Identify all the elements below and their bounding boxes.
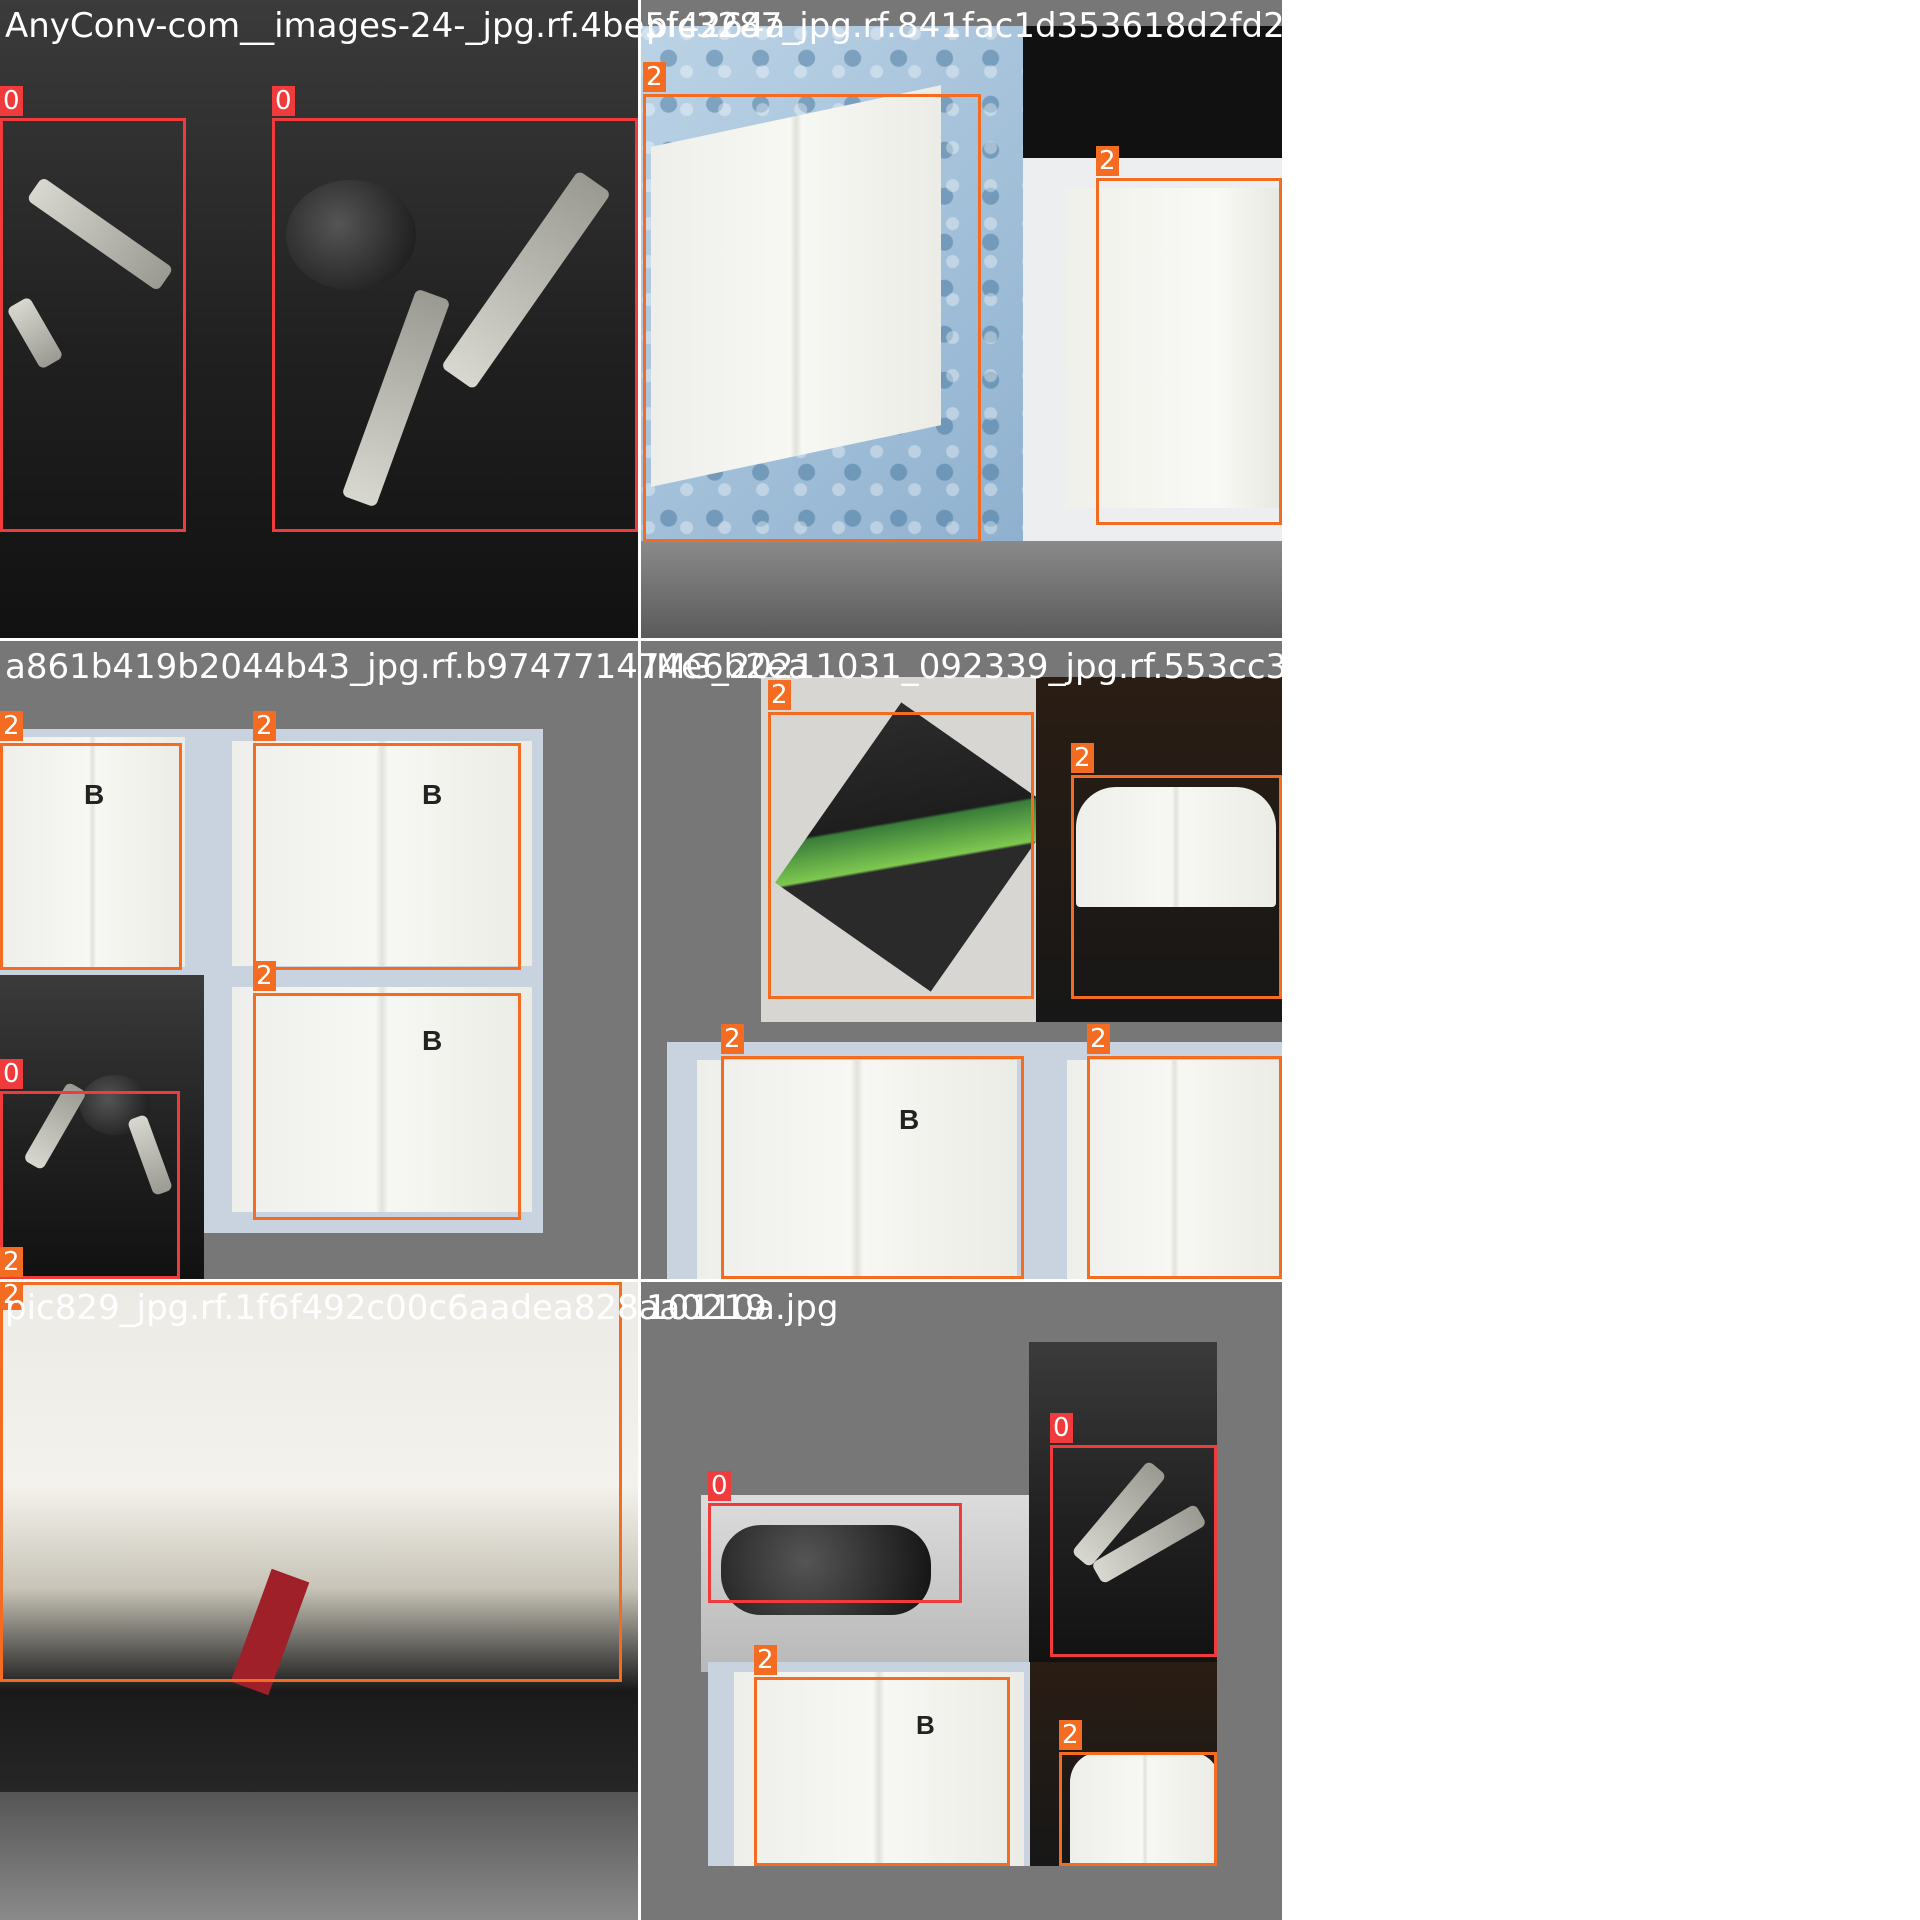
detection-box <box>253 743 521 970</box>
detection-box <box>0 1091 180 1279</box>
class-label: 2 <box>1071 743 1094 773</box>
detection-box <box>768 712 1034 999</box>
detection-box <box>1050 1445 1217 1657</box>
detection-box <box>272 118 638 532</box>
class-label: 0 <box>272 86 295 116</box>
tile-filename: IMG_20211031_092339_jpg.rf.553cc3accc92b <box>646 647 1429 687</box>
class-label: 0 <box>0 1059 23 1089</box>
class-label: 2 <box>1096 146 1119 176</box>
detection-box <box>0 118 186 532</box>
class-label: 0 <box>708 1471 731 1501</box>
detection-box <box>754 1677 1010 1866</box>
tile-6: B 0 0 2 2 <box>641 1282 1282 1920</box>
class-label: 2 <box>721 1024 744 1054</box>
class-label: 0 <box>0 86 23 116</box>
class-label: 2 <box>253 711 276 741</box>
class-label: 2 <box>0 1247 23 1277</box>
tile-1: 0 0 <box>0 0 638 638</box>
tile-2: 2 2 <box>641 0 1282 638</box>
detection-box <box>0 1282 622 1682</box>
tile-filename: 10110a.jpg <box>646 1288 839 1328</box>
detection-box <box>721 1056 1024 1279</box>
tile-3: B B B 2 2 2 0 2 <box>0 641 638 1279</box>
detection-box <box>708 1503 962 1603</box>
detection-box <box>1096 178 1282 525</box>
class-label: 2 <box>754 1645 777 1675</box>
class-label: 2 <box>1087 1024 1110 1054</box>
tile-filename: pic3287_jpg.rf.841fac1d353618d2fd21d862e… <box>646 6 1435 46</box>
tile-5: 2 <box>0 1282 638 1920</box>
detection-box <box>1087 1056 1282 1279</box>
class-label: 2 <box>643 62 666 92</box>
class-label: 2 <box>0 711 23 741</box>
class-label: 0 <box>1050 1413 1073 1443</box>
class-label: 2 <box>1059 1720 1082 1750</box>
detection-mosaic: 0 0 2 2 B B B 2 2 2 0 2 B 2 2 2 2 2 B 0 … <box>0 0 1435 1920</box>
tile-4: B 2 2 2 2 <box>641 641 1282 1279</box>
class-label: 2 <box>253 961 276 991</box>
detection-box <box>0 743 182 970</box>
detection-box <box>643 94 981 542</box>
detection-box <box>1059 1752 1217 1866</box>
detection-box <box>1071 775 1282 999</box>
detection-box <box>253 993 521 1220</box>
